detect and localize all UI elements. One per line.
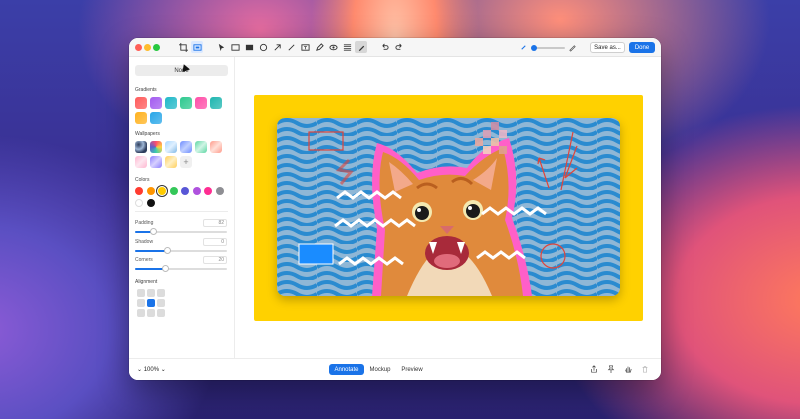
- shadow-label: Shadow: [135, 239, 154, 245]
- wallpaper-swatch[interactable]: [210, 141, 222, 153]
- wallpapers-label: Wallpapers: [135, 131, 160, 137]
- chevron-down-icon: ⌄: [160, 367, 166, 373]
- padding-slider[interactable]: [135, 228, 227, 235]
- colors-label: Colors: [135, 177, 150, 183]
- color-swatch[interactable]: [204, 187, 212, 195]
- color-swatch[interactable]: [158, 187, 166, 195]
- alignment-cell[interactable]: [137, 309, 145, 317]
- divider: [135, 211, 228, 212]
- color-swatch[interactable]: [146, 187, 155, 195]
- drag-hand-icon[interactable]: [623, 364, 633, 374]
- minimize-button[interactable]: [144, 44, 151, 51]
- alignment-label: Alignment: [135, 279, 158, 285]
- gradient-swatch[interactable]: [210, 97, 222, 109]
- alignment-cell[interactable]: [147, 299, 155, 307]
- color-swatch[interactable]: [192, 187, 201, 195]
- add-wallpaper-icon[interactable]: +: [180, 156, 192, 168]
- wallpaper-swatch[interactable]: [180, 141, 192, 153]
- zoom-value: 100%: [143, 367, 160, 373]
- padding-slider-knob[interactable]: [150, 228, 158, 235]
- bottom-bar: ⌄ 100% ⌄ Annotate Mockup Preview: [129, 358, 661, 380]
- highlighter-tool-icon[interactable]: [313, 41, 325, 53]
- sidebar: None Gradients Wallpapers + Colors Paddi…: [129, 57, 235, 358]
- arrow-tool-icon[interactable]: [271, 41, 283, 53]
- gradient-swatch[interactable]: [180, 97, 192, 109]
- wallpaper-swatch[interactable]: [150, 156, 162, 168]
- gradient-swatch[interactable]: [195, 97, 207, 109]
- shadow-slider[interactable]: [135, 247, 227, 254]
- line-tool-icon[interactable]: [285, 41, 297, 53]
- shadow-slider-fill: [135, 250, 168, 252]
- gradients-label: Gradients: [135, 87, 157, 93]
- gradient-swatch[interactable]: [150, 112, 162, 124]
- gradient-swatch[interactable]: [165, 97, 177, 109]
- corners-label: Corners: [135, 257, 153, 263]
- app-window: Save as... Done None Gradients Wallpaper…: [129, 38, 661, 380]
- shadow-slider-knob[interactable]: [164, 247, 172, 254]
- wallpaper-swatch[interactable]: [195, 141, 207, 153]
- tab-preview[interactable]: Preview: [397, 364, 427, 375]
- gradient-swatch[interactable]: [135, 112, 147, 124]
- blur-tool-icon[interactable]: [327, 41, 339, 53]
- corners-slider[interactable]: [135, 265, 227, 272]
- trash-icon[interactable]: [640, 364, 650, 374]
- maximize-button[interactable]: [153, 44, 160, 51]
- crop-tool-icon[interactable]: [177, 41, 189, 53]
- rectangle-tool-icon[interactable]: [229, 41, 241, 53]
- wallpaper-swatch[interactable]: [135, 141, 147, 153]
- wallpaper-swatch[interactable]: [165, 156, 177, 168]
- text-tool-icon[interactable]: [299, 41, 311, 53]
- alignment-cell[interactable]: [157, 289, 165, 297]
- toolbar: Save as... Done: [129, 38, 661, 57]
- corners-slider-fill: [135, 268, 166, 270]
- padding-value[interactable]: 82: [203, 219, 227, 227]
- eyedropper-icon[interactable]: [566, 41, 578, 53]
- pin-icon[interactable]: [606, 364, 616, 374]
- color-swatch[interactable]: [146, 199, 155, 207]
- color-swatch[interactable]: [215, 187, 224, 195]
- screenshot-image[interactable]: [277, 118, 620, 296]
- gradient-swatch[interactable]: [135, 97, 147, 109]
- zoom-dropdown[interactable]: ⌄ 100% ⌄: [137, 366, 166, 373]
- shadow-value[interactable]: 0: [203, 238, 227, 246]
- wallpaper-swatch[interactable]: [165, 141, 177, 153]
- share-icon[interactable]: [589, 364, 599, 374]
- wallpaper-swatch[interactable]: [150, 141, 162, 153]
- corners-slider-knob[interactable]: [162, 265, 170, 272]
- undo-icon[interactable]: [378, 41, 390, 53]
- alignment-cell[interactable]: [157, 309, 165, 317]
- filled-rectangle-tool-icon[interactable]: [243, 41, 255, 53]
- done-button[interactable]: Done: [629, 42, 655, 53]
- close-button[interactable]: [135, 44, 142, 51]
- pixelate-tool-icon[interactable]: [341, 41, 353, 53]
- padding-label: Padding: [135, 220, 154, 226]
- corners-value[interactable]: 20: [203, 256, 227, 264]
- gradient-swatch[interactable]: [150, 97, 162, 109]
- color-swatch[interactable]: [169, 187, 178, 195]
- save-as-button[interactable]: Save as...: [590, 42, 625, 53]
- color-swatch[interactable]: [135, 187, 143, 195]
- color-swatch[interactable]: [135, 199, 143, 207]
- select-tool-icon[interactable]: [215, 41, 227, 53]
- frame-tool-icon[interactable]: [191, 41, 203, 53]
- alignment-cell[interactable]: [137, 299, 145, 307]
- pen-tool-icon[interactable]: [355, 41, 367, 53]
- alignment-cell[interactable]: [147, 309, 155, 317]
- stroke-width-slider[interactable]: [531, 45, 565, 51]
- alignment-cell[interactable]: [137, 289, 145, 297]
- tab-annotate[interactable]: Annotate: [329, 364, 364, 375]
- tab-mockup[interactable]: Mockup: [365, 364, 395, 375]
- wallpaper-swatch[interactable]: [135, 156, 147, 168]
- ellipse-tool-icon[interactable]: [257, 41, 269, 53]
- background-frame[interactable]: [254, 95, 643, 321]
- redo-icon[interactable]: [393, 41, 405, 53]
- color-swatch[interactable]: [181, 187, 189, 195]
- stroke-color-icon[interactable]: [517, 41, 529, 53]
- chevron-down-icon: ⌄: [137, 367, 143, 373]
- alignment-cell[interactable]: [157, 299, 165, 307]
- canvas-area: [236, 57, 661, 358]
- alignment-cell[interactable]: [147, 289, 155, 297]
